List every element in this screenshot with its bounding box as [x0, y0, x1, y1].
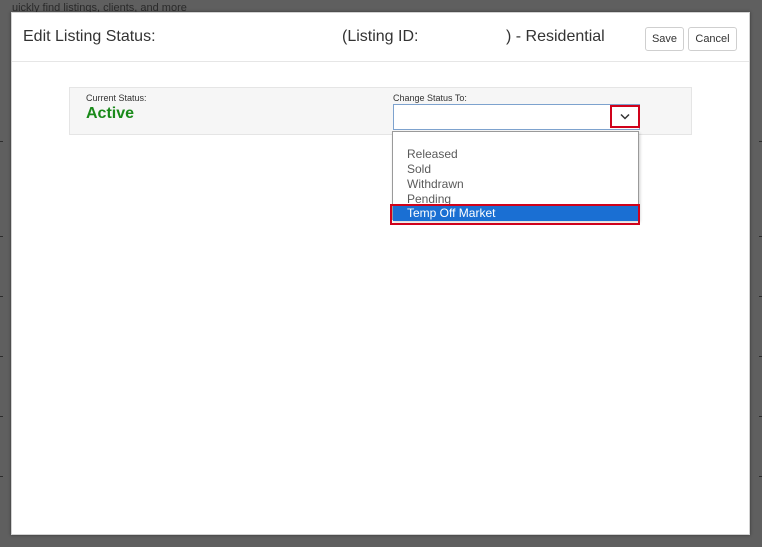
listing-id-label: (Listing ID:: [342, 28, 419, 45]
current-status-value: Active: [86, 105, 135, 122]
change-status-label: Change Status To:: [393, 93, 467, 103]
cancel-button[interactable]: Cancel: [688, 27, 737, 51]
dialog-header: Edit Listing Status: (Listing ID: ) - Re…: [12, 13, 749, 62]
listing-type-label: ) - Residential: [506, 28, 605, 45]
status-option-sold[interactable]: Sold: [393, 162, 638, 177]
status-option-pending[interactable]: Pending: [393, 192, 638, 207]
status-options-list: Released Sold Withdrawn Pending Temp Off…: [392, 131, 639, 221]
dialog-title: Edit Listing Status:: [23, 28, 156, 45]
dropdown-toggle-button[interactable]: [610, 105, 640, 128]
chevron-down-icon: [620, 113, 630, 120]
status-option-withdrawn[interactable]: Withdrawn: [393, 177, 638, 192]
current-status-label: Current Status:: [86, 93, 147, 103]
status-option-temp-off-market[interactable]: Temp Off Market: [393, 206, 638, 221]
status-option-released[interactable]: Released: [393, 147, 638, 162]
edit-listing-status-dialog: Edit Listing Status: (Listing ID: ) - Re…: [11, 12, 750, 535]
save-button[interactable]: Save: [645, 27, 684, 51]
change-status-select[interactable]: [393, 104, 640, 130]
